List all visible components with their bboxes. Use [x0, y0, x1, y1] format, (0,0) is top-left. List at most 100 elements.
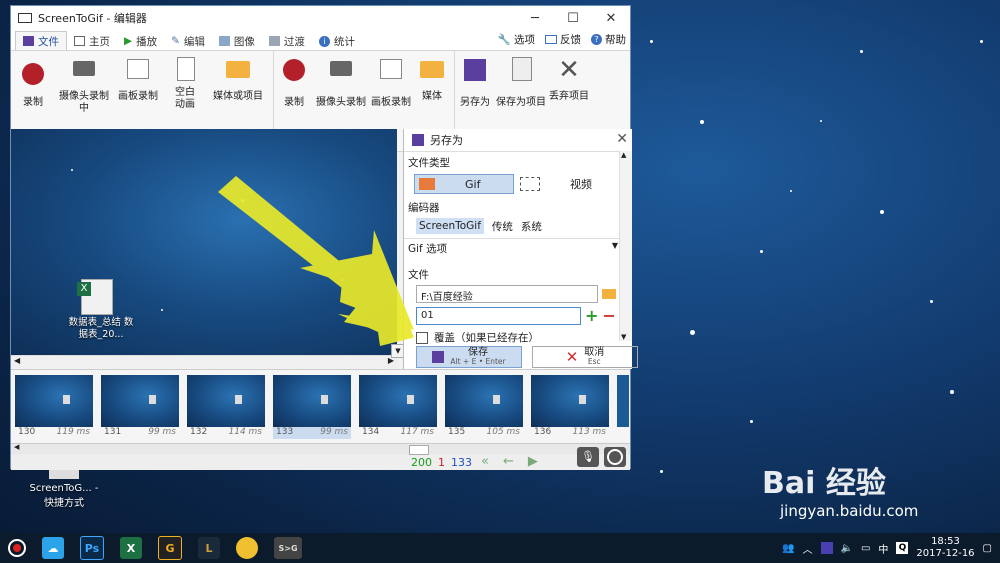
gif-options-expander[interactable]: Gif 选项 ▼ — [404, 238, 620, 258]
title-bar[interactable]: ScreenToGif - 编辑器 ─ ☐ ✕ — [11, 6, 630, 30]
status-bar: ◀ 200 1 133 « ← ▶ 🎙 — [11, 443, 630, 470]
paint-app-icon[interactable] — [236, 537, 258, 559]
ribbon-label: 保存为项目 — [496, 97, 546, 108]
ribbon-label: 媒体 — [422, 91, 442, 102]
desktop-icon-screentogif-shortcut[interactable]: ScreenToG... - 快捷方式 — [24, 465, 104, 509]
panel-vertical-scrollbar[interactable]: ▲ ▼ — [619, 151, 632, 341]
record-app-icon[interactable] — [8, 539, 26, 557]
clock[interactable]: 18:53 2017-12-16 — [916, 536, 974, 560]
q-icon[interactable]: Q — [896, 542, 909, 554]
camera-icon — [71, 57, 97, 83]
frame-thumbnail[interactable]: 136 113 ms — [531, 375, 609, 439]
video-type-option[interactable]: 视频 — [514, 174, 614, 194]
cancel-button[interactable]: ✕ 取消 Esc — [532, 346, 638, 368]
volume-icon[interactable]: 🔈 — [841, 543, 853, 554]
gif-options-label: Gif 选项 — [408, 243, 448, 255]
close-panel-icon[interactable]: ✕ — [616, 131, 628, 147]
tab-file[interactable]: 文件 — [15, 31, 67, 50]
frame-thumbnail[interactable]: 130 119 ms — [15, 375, 93, 439]
folder-path-input[interactable]: F:\百度经验 — [416, 285, 598, 303]
frame-strip: 130 119 ms 131 99 ms 132 114 ms 133 99 ms 13… — [11, 369, 630, 442]
help-label: 帮助 — [605, 34, 626, 46]
encoder-label: 编码器 — [408, 202, 440, 214]
microphone-button[interactable]: 🎙 — [577, 447, 599, 467]
notifications-icon[interactable]: ▢ — [983, 543, 992, 554]
minus-icon[interactable]: − — [602, 308, 615, 324]
app-icon — [18, 13, 32, 23]
board-plus-icon — [378, 57, 404, 83]
gif-type-option[interactable]: Gif — [414, 174, 514, 194]
previous-frame-icon[interactable]: ← — [503, 454, 514, 469]
camera-plus-icon — [328, 57, 354, 83]
canvas-horizontal-scrollbar[interactable]: ◀ ▶ — [11, 355, 397, 368]
refresh-button[interactable] — [604, 447, 626, 467]
encoder-system[interactable]: 系统 — [521, 219, 542, 234]
plus-icon[interactable]: + — [585, 308, 598, 324]
watermark-url: jingyan.baidu.com — [780, 502, 919, 520]
next-frame-icon[interactable]: ▶ — [528, 454, 538, 469]
blank-file-icon — [172, 57, 198, 83]
tab-label: 文件 — [38, 35, 59, 48]
save-button[interactable]: 保存 Alt + E • Enter — [416, 346, 522, 368]
record-plus-icon — [281, 57, 307, 83]
encoder-screentogif[interactable]: ScreenToGif — [416, 218, 484, 234]
save-icon — [432, 351, 445, 363]
frame-thumbnail[interactable]: 132 114 ms — [187, 375, 265, 439]
frame-thumbnail-selected[interactable]: 133 99 ms — [273, 375, 351, 439]
scroll-thumb[interactable] — [409, 445, 429, 455]
people-icon[interactable]: 👥 — [782, 543, 794, 554]
g-app-icon[interactable]: G — [158, 536, 182, 560]
folder-icon[interactable] — [602, 289, 616, 299]
frame-thumbnail-partial[interactable] — [617, 375, 629, 427]
board-icon — [125, 57, 151, 83]
clock-date: 2017-12-16 — [916, 548, 975, 559]
frame-canvas[interactable]: X 数据表_总结 数据表_20... — [11, 129, 397, 355]
frame-thumbnail[interactable]: 131 99 ms — [101, 375, 179, 439]
chevron-up-icon[interactable]: ︿ — [803, 541, 813, 556]
lol-app-icon[interactable]: L — [198, 537, 220, 559]
ribbon-label: 摄像头录制 — [316, 97, 366, 108]
maximize-button[interactable]: ☐ — [554, 6, 592, 30]
ribbon-label: 另存为 — [460, 97, 490, 108]
ime-indicator[interactable]: 中 — [878, 541, 888, 556]
ribbon-label: 画板录制 — [371, 97, 411, 108]
frame-thumbnail[interactable]: 134 117 ms — [359, 375, 437, 439]
record-icon — [20, 57, 46, 85]
window-title: ScreenToGif - 编辑器 — [38, 12, 147, 25]
file-type-selector: Gif 视频 — [414, 173, 622, 195]
screentogif-app-icon[interactable]: S>G — [274, 537, 302, 559]
overwrite-checkbox[interactable] — [416, 331, 428, 344]
tab-label: 编辑 — [183, 35, 205, 48]
transition-icon — [268, 36, 280, 46]
ribbon-label: 录制 — [284, 97, 304, 108]
close-button[interactable]: ✕ — [592, 6, 630, 30]
tab-edit[interactable]: ✎ 编辑 — [164, 32, 212, 50]
excel-app-icon[interactable]: X — [120, 537, 142, 559]
ribbon-label: 丢弃项目 — [549, 91, 589, 102]
cloud-app-icon[interactable]: ☁ — [42, 537, 64, 559]
feedback-link[interactable]: 反馈 — [545, 32, 581, 47]
tab-play[interactable]: ▶ 播放 — [117, 32, 164, 50]
tab-image[interactable]: 图像 — [212, 32, 262, 50]
frame-strip-scrollbar[interactable]: ◀ — [11, 443, 630, 455]
tab-statistics[interactable]: i 统计 — [312, 32, 362, 50]
tab-transition[interactable]: 过渡 — [262, 32, 312, 50]
overwrite-label: 覆盖（如果已经存在） — [434, 332, 539, 344]
help-link[interactable]: ? 帮助 — [591, 32, 626, 47]
x-icon: ✕ — [565, 348, 579, 366]
filename-input[interactable]: 01 — [416, 307, 581, 325]
save-shortcut: Alt + E • Enter — [450, 357, 506, 366]
encoder-legacy[interactable]: 传统 — [492, 219, 513, 234]
frame-thumbnail[interactable]: 135 105 ms — [445, 375, 523, 439]
excel-file-label: 数据表_总结 数据表_20... — [68, 317, 134, 340]
photoshop-app-icon[interactable]: Ps — [80, 536, 104, 560]
minimize-button[interactable]: ─ — [516, 6, 554, 30]
ribbon-label: 空白动画 — [175, 87, 195, 110]
image-icon — [218, 36, 230, 46]
network-icon[interactable]: ▭ — [861, 543, 870, 554]
first-frame-icon[interactable]: « — [481, 454, 489, 469]
tab-home[interactable]: 主页 — [67, 32, 117, 50]
wrench-icon: 🔧 — [497, 34, 511, 46]
options-link[interactable]: 🔧 选项 — [498, 32, 535, 47]
app-tray-icon[interactable] — [820, 542, 833, 554]
